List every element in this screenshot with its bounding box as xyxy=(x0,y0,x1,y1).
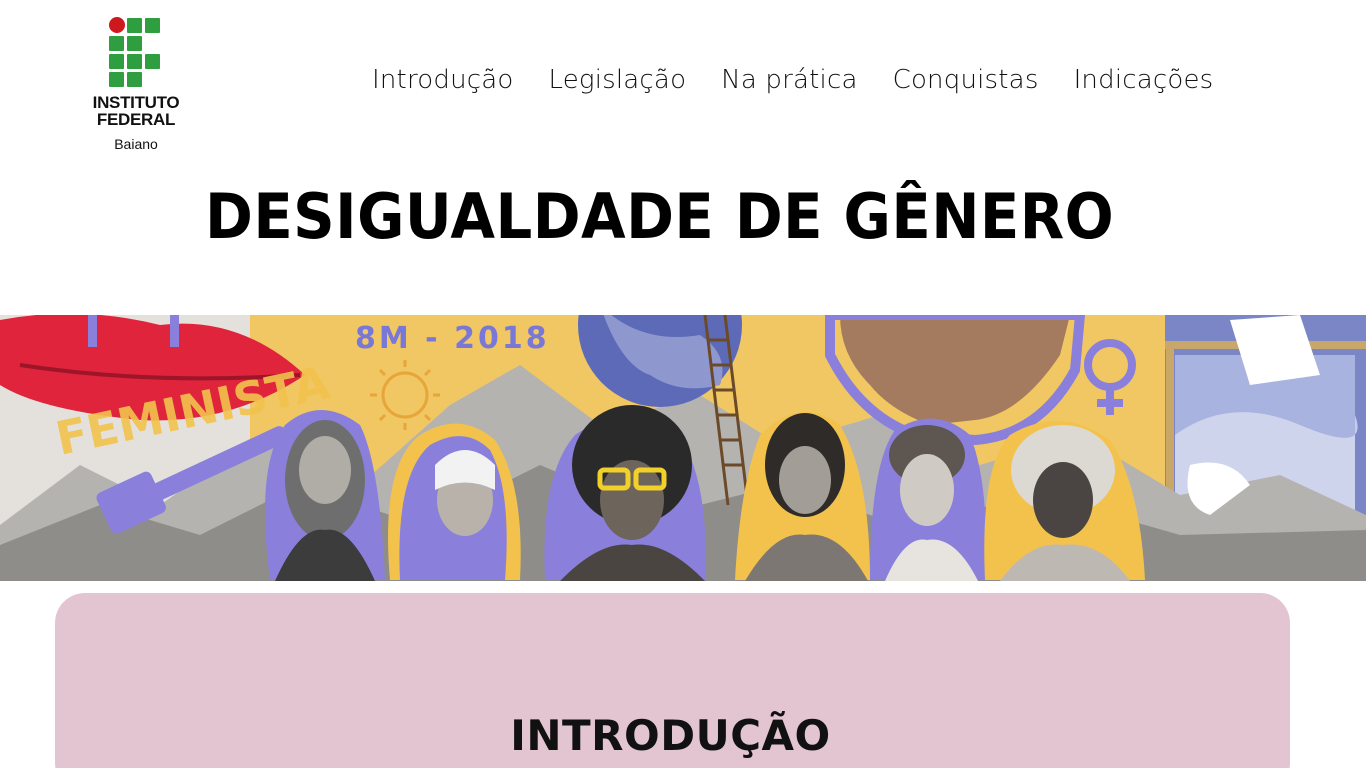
intro-heading: INTRODUÇÃO xyxy=(510,711,831,760)
logo-mark-icon xyxy=(108,16,162,88)
logo-line-1: INSTITUTO xyxy=(92,93,180,112)
institute-logo[interactable]: INSTITUTO FEDERAL Baiano xyxy=(78,14,196,154)
nav-link-na-pratica[interactable]: Na prática xyxy=(721,60,857,100)
page-title: DESIGUALDADE DE GÊNERO xyxy=(205,180,1115,253)
banner-collage: 8M - 2018 FEMINISTA xyxy=(0,315,1366,581)
intro-section: INTRODUÇÃO xyxy=(55,593,1290,768)
nav-link-indicacoes[interactable]: Indicações xyxy=(1074,60,1214,100)
nav-link-introducao[interactable]: Introdução xyxy=(372,60,513,100)
nav-link-conquistas[interactable]: Conquistas xyxy=(893,60,1039,100)
hero-banner-image: 8M - 2018 FEMINISTA xyxy=(0,315,1366,581)
nav-link-legislacao[interactable]: Legislação xyxy=(548,60,686,100)
logo-line-2: FEDERAL xyxy=(96,110,176,129)
logo-wordmark: INSTITUTO FEDERAL xyxy=(78,94,194,128)
banner-caption: 8M - 2018 xyxy=(355,321,550,356)
main-navigation: Introdução Legislação Na prática Conquis… xyxy=(372,60,1213,100)
logo-subtitle: Baiano xyxy=(114,136,158,152)
